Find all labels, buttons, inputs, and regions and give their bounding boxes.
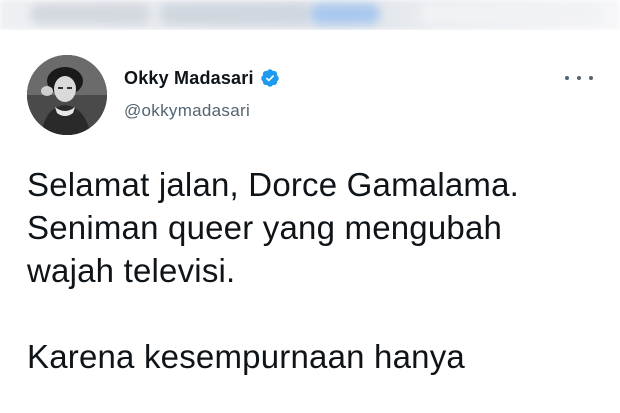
- avatar[interactable]: [27, 55, 107, 135]
- author-handle[interactable]: @okkymadasari: [124, 101, 250, 121]
- tweet-line: Selamat jalan, Dorce Gamalama.: [27, 166, 520, 203]
- more-options-button[interactable]: [565, 68, 593, 88]
- avatar-photo-icon: [27, 55, 107, 135]
- tweet-screenshot: Okky Madasari @okkymadasari Selamat jala…: [0, 0, 620, 413]
- verified-badge-icon: [260, 68, 280, 88]
- more-dot: [589, 76, 593, 80]
- tweet-line: Seniman queer yang mengubah: [27, 209, 503, 246]
- more-horizontal-icon: [565, 76, 569, 80]
- more-dot: [577, 76, 581, 80]
- blurred-header-strip: [0, 0, 620, 30]
- tweet-line-break: [27, 292, 607, 335]
- tweet-card: Okky Madasari @okkymadasari Selamat jala…: [0, 30, 620, 413]
- author-name-row: Okky Madasari: [124, 65, 280, 91]
- tweet-text: Selamat jalan, Dorce Gamalama. Seniman q…: [27, 163, 607, 378]
- tweet-line: Karena kesempurnaan hanya: [27, 338, 465, 375]
- tweet-line: wajah televisi.: [27, 252, 236, 289]
- author-display-name[interactable]: Okky Madasari: [124, 68, 254, 89]
